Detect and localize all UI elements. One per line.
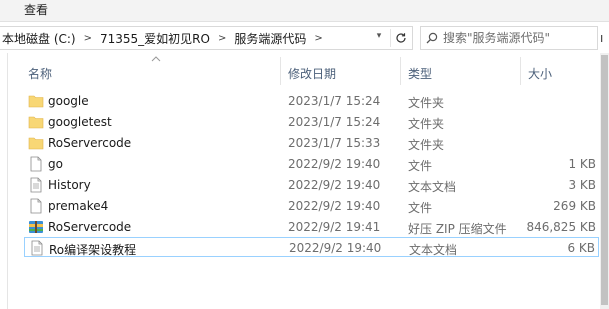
file-date: 2022/9/2 19:40: [288, 199, 381, 213]
search-box[interactable]: [420, 26, 598, 50]
file-icon: [30, 156, 42, 172]
file-name: google: [48, 94, 89, 108]
file-type: 文件夹: [408, 96, 445, 110]
search-icon: [421, 32, 443, 44]
breadcrumb-separator-icon[interactable]: >: [78, 33, 98, 44]
file-name: googletest: [48, 115, 112, 129]
chevron-down-icon[interactable]: ▾: [372, 31, 386, 41]
column-header-row: 名称 修改日期 类型 大小: [8, 55, 609, 85]
address-bar[interactable]: 本地磁盘 (C:) > 71355_爱如初见RO > 服务端源代码 > ▾: [0, 26, 413, 50]
text-file-icon: [31, 240, 43, 256]
file-size: 6 KB: [567, 241, 595, 255]
column-divider[interactable]: [520, 57, 521, 85]
window-edge-text: ı: [600, 31, 604, 45]
breadcrumb-separator-icon[interactable]: >: [308, 33, 328, 44]
refresh-button[interactable]: [390, 29, 410, 47]
navigation-pane-edge: [0, 53, 8, 309]
file-row[interactable]: History 2022/9/2 19:40 文本文档 3 KB: [24, 175, 599, 195]
folder-icon: [28, 95, 44, 108]
file-date: 2023/1/7 15:33: [288, 136, 381, 150]
file-row[interactable]: google 2023/1/7 15:24 文件夹: [24, 91, 599, 111]
file-size: 3 KB: [568, 178, 596, 192]
column-divider[interactable]: [280, 57, 281, 85]
file-icon: [30, 198, 42, 214]
file-name: RoServercode: [48, 220, 132, 234]
file-date: 2023/1/7 15:24: [288, 94, 381, 108]
file-type: 好压 ZIP 压缩文件: [408, 222, 507, 236]
scrollbar-thumb[interactable]: [601, 55, 608, 305]
file-type: 文本文档: [409, 243, 458, 257]
zip-archive-icon: [29, 221, 43, 233]
column-header-name[interactable]: 名称: [28, 65, 52, 82]
file-size: 269 KB: [553, 199, 596, 213]
breadcrumb-separator-icon[interactable]: >: [212, 33, 232, 44]
file-type: 文本文档: [408, 180, 457, 194]
file-date: 2022/9/2 19:40: [289, 241, 382, 255]
file-name: History: [48, 178, 91, 192]
file-type: 文件: [408, 201, 433, 215]
file-date: 2022/9/2 19:41: [288, 220, 381, 234]
file-name: RoServercode: [48, 136, 132, 150]
file-type: 文件夹: [408, 117, 445, 131]
file-row[interactable]: go 2022/9/2 19:40 文件 1 KB: [24, 154, 599, 174]
file-name: go: [48, 157, 63, 171]
search-input[interactable]: [443, 31, 593, 45]
file-type: 文件夹: [408, 138, 445, 152]
file-size: 846,825 KB: [526, 220, 596, 234]
file-row[interactable]: premake4 2022/9/2 19:40 文件 269 KB: [24, 196, 599, 216]
breadcrumb-project[interactable]: 71355_爱如初见RO: [98, 30, 212, 47]
file-name: premake4: [48, 199, 109, 213]
folder-icon: [28, 137, 44, 150]
breadcrumb-current-folder[interactable]: 服务端源代码: [232, 30, 308, 47]
file-size: 1 KB: [568, 157, 596, 171]
breadcrumb-drive[interactable]: 本地磁盘 (C:): [0, 30, 78, 47]
text-file-icon: [30, 177, 42, 193]
file-name: Ro编译架设教程: [49, 243, 137, 257]
file-date: 2023/1/7 15:24: [288, 115, 381, 129]
column-header-date[interactable]: 修改日期: [288, 65, 336, 82]
file-row[interactable]: RoServercode 2022/9/2 19:41 好压 ZIP 压缩文件 …: [24, 217, 599, 237]
file-date: 2022/9/2 19:40: [288, 157, 381, 171]
file-row[interactable]: RoServercode 2023/1/7 15:33 文件夹: [24, 133, 599, 153]
ribbon-bar: 查看: [0, 0, 609, 22]
column-header-size[interactable]: 大小: [528, 65, 552, 82]
file-row-selected[interactable]: Ro编译架设教程 2022/9/2 19:40 文本文档 6 KB: [24, 237, 599, 257]
file-type: 文件: [408, 159, 433, 173]
column-header-type[interactable]: 类型: [408, 65, 432, 82]
tab-view[interactable]: 查看: [24, 1, 48, 18]
file-date: 2022/9/2 19:40: [288, 178, 381, 192]
folder-icon: [28, 116, 44, 129]
sort-ascending-icon: [151, 56, 161, 62]
refresh-icon: [395, 33, 406, 43]
file-row[interactable]: googletest 2023/1/7 15:24 文件夹: [24, 112, 599, 132]
column-divider[interactable]: [400, 57, 401, 85]
